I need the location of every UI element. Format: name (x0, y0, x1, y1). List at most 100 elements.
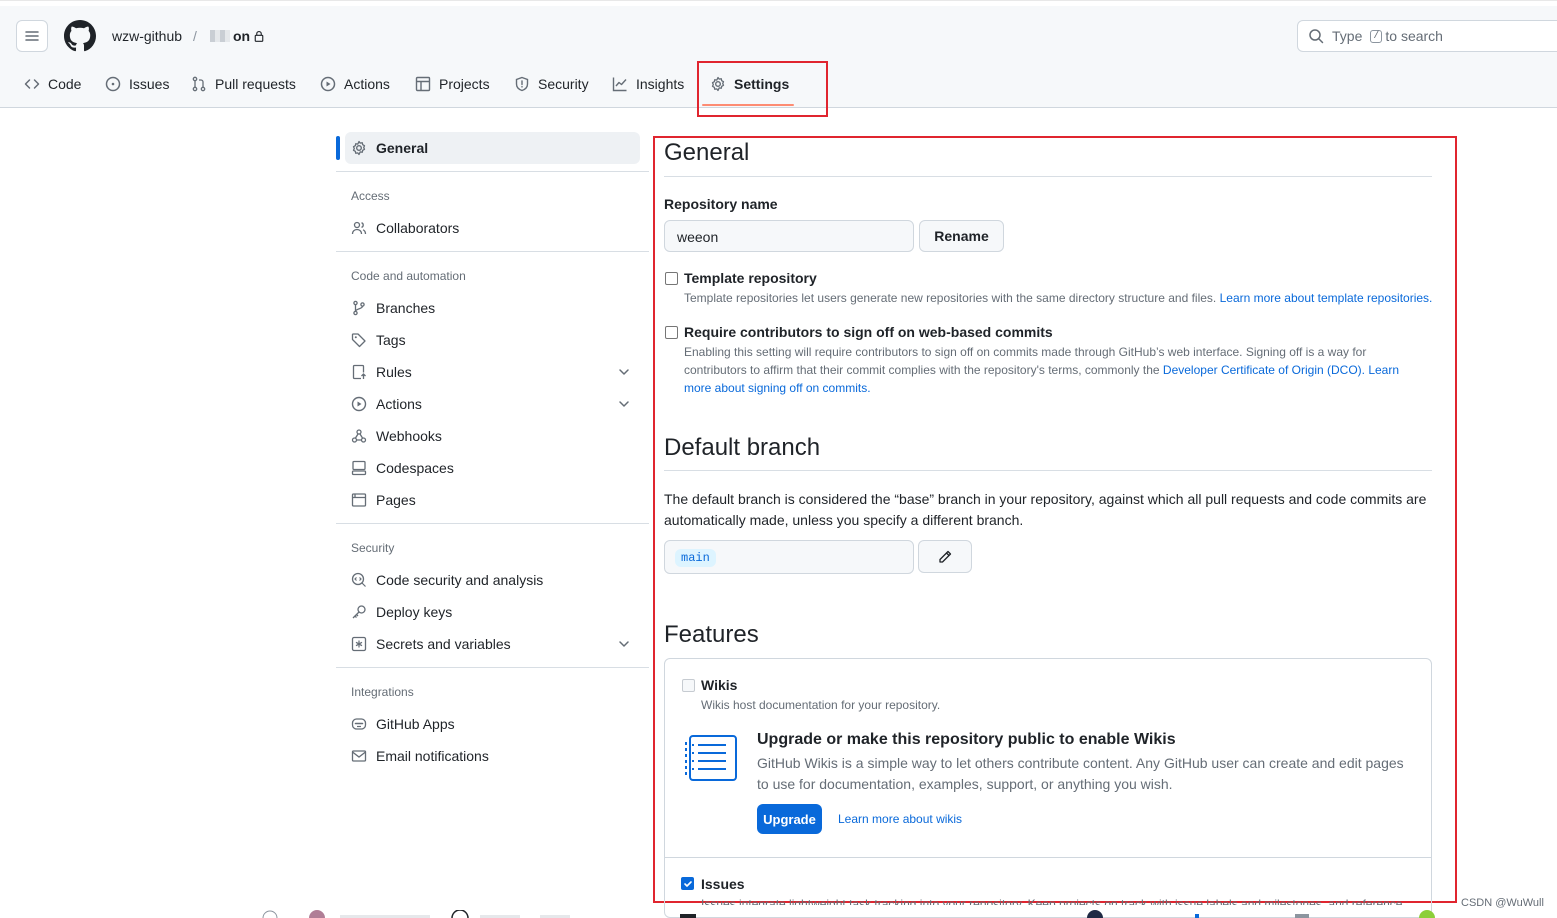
tab-label: Security (538, 76, 589, 92)
tab-label: Insights (636, 76, 685, 92)
dco-link[interactable]: Developer Certificate of Origin (DCO). (1163, 363, 1365, 377)
tab-issues[interactable]: Issues (105, 72, 169, 96)
checkmark-icon (683, 880, 692, 887)
template-repository-title: Template repository (684, 270, 817, 286)
tab-pull-requests[interactable]: Pull requests (191, 72, 296, 96)
table-icon (415, 76, 431, 92)
sidebar-heading-access: Access (351, 189, 390, 203)
sidebar-divider (336, 667, 649, 668)
repo-name-link[interactable]: on (210, 28, 265, 44)
sidebar-item-label: Pages (376, 492, 416, 508)
issues-checkbox[interactable] (681, 877, 694, 890)
sidebar-item-tags[interactable]: Tags (351, 330, 406, 350)
repo-name-text: on (233, 28, 251, 44)
chevron-down-icon[interactable] (616, 396, 632, 412)
sidebar-item-secrets[interactable]: Secrets and variables (351, 634, 511, 654)
redacted-repo-prefix (210, 30, 230, 42)
sidebar-item-label: Collaborators (376, 220, 460, 236)
sidebar-item-label: General (376, 140, 429, 156)
template-repository-description: Template repositories let users generate… (684, 289, 1444, 307)
signoff-desc-line-2: contributors to affirm that their commit… (684, 361, 1424, 379)
template-repository-checkbox[interactable] (665, 272, 678, 285)
git-pull-request-icon (192, 76, 206, 92)
repo-owner-link[interactable]: wzw-github (112, 28, 182, 44)
search-shortcut-key: / (1370, 29, 1383, 43)
default-branch-desc-1: The default branch is considered the “ba… (664, 491, 1427, 507)
sidebar-item-label: Deploy keys (376, 604, 453, 620)
git-branch-icon (353, 300, 365, 316)
people-icon (351, 221, 367, 235)
chevron-down-icon[interactable] (616, 364, 632, 380)
upgrade-wikis-description: GitHub Wikis is a simple way to let othe… (757, 753, 1417, 795)
search-suffix: to search (1385, 28, 1443, 44)
sidebar-active-indicator (336, 136, 340, 160)
webhook-icon (351, 429, 367, 443)
tab-label: Code (48, 76, 82, 92)
repo-name-field[interactable]: weeon (664, 220, 914, 252)
sidebar-item-label: Webhooks (376, 428, 442, 444)
menu-button[interactable] (16, 20, 48, 52)
sidebar-item-label: Branches (376, 300, 436, 316)
wikis-checkbox[interactable] (682, 679, 695, 692)
repo-push-icon (352, 364, 366, 380)
tab-insights[interactable]: Insights (612, 72, 684, 96)
graph-icon (612, 77, 627, 92)
github-logo-icon[interactable] (64, 20, 96, 52)
default-branch-desc-2: automatically made, unless you specify a… (664, 512, 1024, 528)
sidebar-item-label: Secrets and variables (376, 636, 511, 652)
edit-default-branch-button[interactable] (918, 540, 972, 573)
sidebar-item-code-security[interactable]: Code security and analysis (351, 570, 543, 590)
signoff-checkbox[interactable] (665, 326, 678, 339)
watermark: CSDN @WuWull (1461, 897, 1544, 909)
tab-actions[interactable]: Actions (320, 72, 390, 96)
settings-highlight-annotation (697, 61, 828, 117)
sidebar-item-email-notifications[interactable]: Email notifications (351, 746, 489, 766)
rename-button[interactable]: Rename (919, 220, 1004, 252)
wikis-title: Wikis (701, 677, 738, 693)
template-learn-more-link[interactable]: Learn more about template repositories. (1220, 291, 1433, 305)
upgrade-desc-1: GitHub Wikis is a simple way to let othe… (757, 755, 1404, 771)
search-prefix: Type (1332, 28, 1363, 44)
sidebar-item-general[interactable]: General (351, 138, 428, 158)
lock-icon (254, 30, 264, 42)
sidebar-item-github-apps[interactable]: GitHub Apps (351, 714, 455, 734)
codescan-icon (351, 572, 366, 587)
template-desc-text: Template repositories let users generate… (684, 291, 1217, 305)
sidebar-item-pages[interactable]: Pages (351, 490, 416, 510)
mail-icon (351, 750, 367, 762)
sidebar-item-actions[interactable]: Actions (351, 394, 422, 414)
sidebar-item-label: Codespaces (376, 460, 454, 476)
sidebar-item-deploy-keys[interactable]: Deploy keys (351, 602, 452, 622)
sidebar-item-label: Email notifications (376, 748, 489, 764)
hamburger-icon (25, 31, 39, 41)
signoff-desc-line-2-text: contributors to affirm that their commit… (684, 363, 1160, 377)
codespaces-icon (351, 460, 367, 476)
repo-name-value: weeon (677, 229, 719, 245)
upgrade-button[interactable]: Upgrade (757, 804, 822, 834)
wikis-learn-more-link[interactable]: Learn more about wikis (838, 812, 962, 826)
wikis-description: Wikis host documentation for your reposi… (701, 698, 941, 712)
sidebar-heading-security: Security (351, 541, 395, 555)
hubot-icon (351, 718, 367, 730)
sidebar-item-branches[interactable]: Branches (351, 298, 435, 318)
sidebar-item-rules[interactable]: Rules (351, 362, 412, 382)
signoff-description: Enabling this setting will require contr… (684, 343, 1424, 397)
tab-security[interactable]: Security (514, 72, 589, 96)
sidebar-item-collaborators[interactable]: Collaborators (351, 218, 459, 238)
tab-code[interactable]: Code (24, 72, 81, 96)
gear-icon (352, 140, 366, 156)
signoff-learn-link[interactable]: Learn (1368, 363, 1399, 377)
signoff-learn-link-cont[interactable]: more about signing off on commits. (684, 379, 1424, 397)
tab-projects[interactable]: Projects (415, 72, 490, 96)
sidebar-item-codespaces[interactable]: Codespaces (351, 458, 454, 478)
search-input[interactable]: Type / to search (1297, 20, 1557, 52)
tab-label: Actions (344, 76, 390, 92)
search-icon (1309, 29, 1324, 44)
breadcrumb-separator: / (193, 28, 197, 44)
chevron-down-icon[interactable] (616, 636, 632, 652)
play-icon (320, 76, 336, 92)
sidebar-divider (336, 523, 649, 524)
shield-icon (515, 76, 529, 92)
sidebar-item-label: Code security and analysis (376, 572, 544, 588)
sidebar-item-webhooks[interactable]: Webhooks (351, 426, 442, 446)
